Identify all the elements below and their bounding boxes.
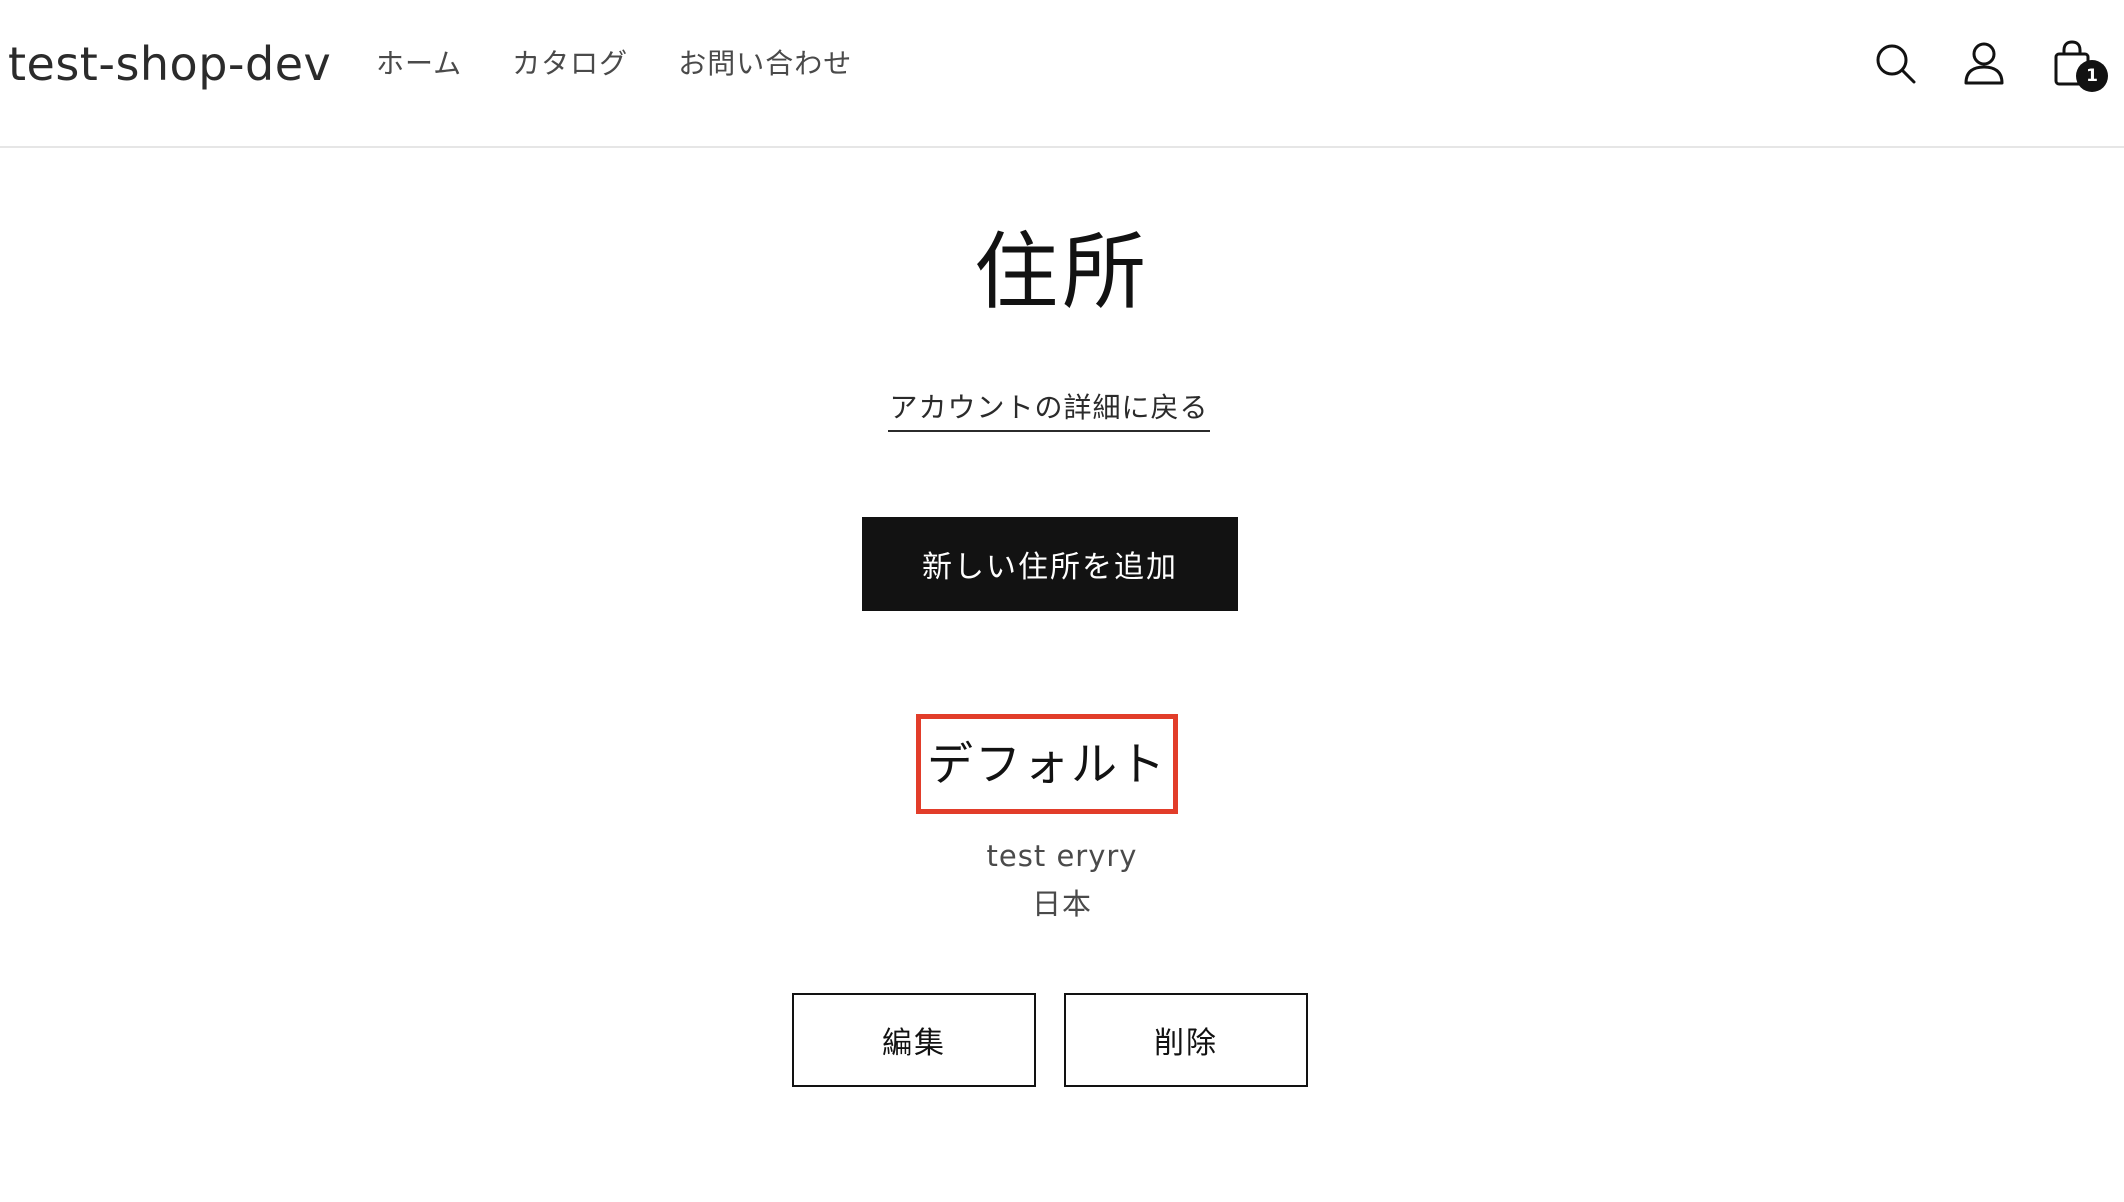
- search-button[interactable]: [1868, 36, 1924, 92]
- page-title: 住所: [973, 223, 1150, 321]
- nav-item-contact[interactable]: お問い合わせ: [678, 44, 852, 84]
- cart-button[interactable]: 1: [2044, 36, 2108, 92]
- address-name: test eryry: [986, 839, 1138, 873]
- main-nav: ホーム カタログ お問い合わせ: [376, 44, 902, 84]
- shop-logo[interactable]: test-shop-dev: [8, 34, 331, 94]
- account-button[interactable]: [1956, 36, 2012, 92]
- edit-address-button[interactable]: 編集: [792, 993, 1036, 1087]
- delete-address-button[interactable]: 削除: [1064, 993, 1308, 1087]
- cart-count-badge: 1: [2076, 60, 2108, 92]
- default-address-heading: デフォルト: [916, 714, 1178, 814]
- address-country: 日本: [1031, 887, 1092, 921]
- nav-item-catalog[interactable]: カタログ: [512, 44, 628, 84]
- add-new-address-button[interactable]: 新しい住所を追加: [862, 517, 1238, 611]
- nav-item-home[interactable]: ホーム: [376, 44, 462, 84]
- site-header: test-shop-dev ホーム カタログ お問い合わせ 1: [0, 0, 2124, 148]
- search-icon: [1876, 44, 1916, 84]
- account-icon: [1964, 42, 2004, 85]
- back-to-account-link[interactable]: アカウントの詳細に戻る: [888, 388, 1210, 432]
